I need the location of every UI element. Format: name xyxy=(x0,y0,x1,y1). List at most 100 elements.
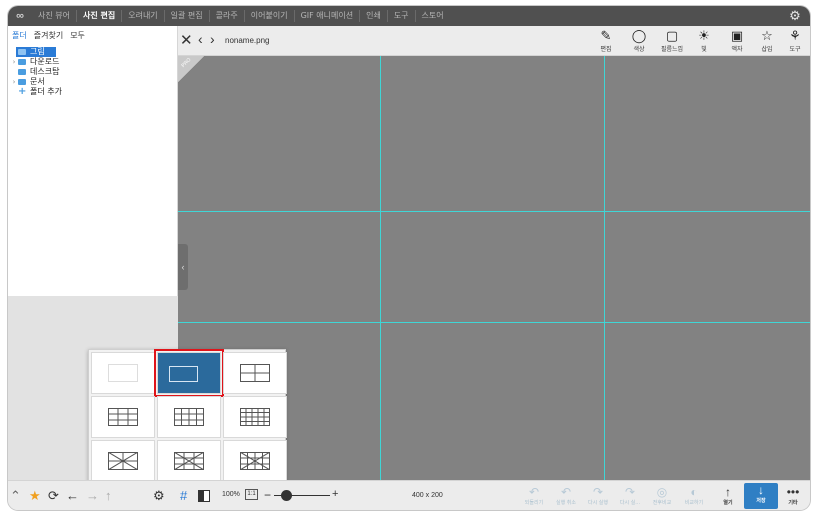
next-image-icon[interactable]: › xyxy=(210,31,215,47)
back-arrow-icon[interactable]: ← xyxy=(66,489,79,503)
grid-none-icon xyxy=(108,364,138,382)
grid-toggle-icon[interactable]: # xyxy=(180,489,187,503)
folder-icon xyxy=(18,69,26,75)
rotate-icon[interactable]: ⟳ xyxy=(48,489,59,503)
action-label: 저장 xyxy=(756,498,766,504)
menu-batch-edit[interactable]: 일괄 편집 xyxy=(163,10,209,22)
tree-item-desktop[interactable]: 데스크탑 xyxy=(8,67,177,77)
menu-gif-animation[interactable]: GIF 애니메이션 xyxy=(293,10,360,22)
tree-item-downloads[interactable]: › 다운로드 xyxy=(8,57,177,67)
star-frame-icon: ☆ xyxy=(761,28,773,43)
tool-color-button[interactable]: ◯ 색상 xyxy=(624,28,654,55)
grid-option-2x2[interactable] xyxy=(223,352,287,394)
tree-item-pictures[interactable]: 그림 xyxy=(16,47,56,57)
menu-photo-viewer[interactable]: 사진 뷰어 xyxy=(32,10,76,22)
add-folder-icon: + xyxy=(18,86,27,97)
tool-label: 액자 xyxy=(731,46,743,53)
tab-favorites[interactable]: 즐겨찾기 xyxy=(34,30,63,41)
folder-icon xyxy=(18,49,26,55)
tab-folder[interactable]: 폴더 xyxy=(12,30,27,41)
redo-button[interactable]: ↷ 다시 실행 xyxy=(581,485,615,506)
forward-arrow-icon[interactable]: → xyxy=(86,489,99,503)
action-label: 기타 xyxy=(788,500,798,506)
chevron-up-icon[interactable]: ⌃ xyxy=(10,489,21,503)
bottom-status-bar: ⌃ ★ ⟳ ← → ↑ ⚙ # 100% 1:1 − + 400 x 200 ↶… xyxy=(8,480,810,510)
favorite-star-icon[interactable]: ★ xyxy=(29,489,41,503)
menu-combine[interactable]: 이어붙이기 xyxy=(243,10,294,22)
settings-gear-icon[interactable]: ⚙ xyxy=(153,489,165,503)
revert-button[interactable]: ↶ 되돌리기 xyxy=(517,485,551,506)
tab-all[interactable]: 모두 xyxy=(70,30,85,41)
top-menu-bar: ∞ 사진 뷰어 사진 편집 오려내기 일괄 편집 콜라주 이어붙이기 GIF 애… xyxy=(8,6,810,26)
menu-cutout[interactable]: 오려내기 xyxy=(121,10,163,22)
redo-repeat-button[interactable]: ↷ 다시 실... xyxy=(613,485,647,506)
film-icon: ▢ xyxy=(665,28,679,43)
tree-item-label: 그림 xyxy=(30,47,45,56)
palette-icon: ⚘ xyxy=(789,28,801,43)
up-arrow-icon[interactable]: ↑ xyxy=(105,489,112,503)
tree-item-label: 폴더 추가 xyxy=(30,87,62,96)
grid-option-3x3-diagonal[interactable] xyxy=(157,440,221,482)
more-button[interactable]: ••• 기타 xyxy=(776,485,810,506)
revert-icon: ↶ xyxy=(528,485,540,499)
upload-icon: ↑ xyxy=(725,485,731,499)
action-label: 열기 xyxy=(723,500,733,506)
before-after-icon: ◎ xyxy=(656,485,668,499)
undo-button[interactable]: ↶ 실행 취소 xyxy=(549,485,583,506)
tool-frame-button[interactable]: ▣ 액자 xyxy=(722,28,752,55)
tree-item-documents[interactable]: › 문서 xyxy=(8,77,177,87)
app-logo-icon: ∞ xyxy=(16,10,24,22)
grid-4x4-icon xyxy=(240,408,270,426)
expand-arrow-icon[interactable]: › xyxy=(10,77,18,87)
grid-option-4x4[interactable] xyxy=(223,396,287,438)
tool-light-button[interactable]: ☀ 빛 xyxy=(689,28,719,55)
grid-option-none[interactable] xyxy=(91,352,155,394)
save-button[interactable]: ↓ 저장 xyxy=(744,483,778,509)
tool-tools-button[interactable]: ⚘ 도구 xyxy=(780,28,810,55)
grid-option-4x4-diagonal[interactable] xyxy=(223,440,287,482)
tool-label: 도구 xyxy=(789,46,801,53)
app-window: ∞ 사진 뷰어 사진 편집 오려내기 일괄 편집 콜라주 이어붙이기 GIF 애… xyxy=(8,6,810,510)
editor-toolbar: ✕ ‹ › noname.png ✎ 편집 ◯ 색상 ▢ 필름느낌 ☀ 빛 ▣ … xyxy=(178,26,810,56)
undo-icon: ↶ xyxy=(560,485,572,499)
tool-edit-button[interactable]: ✎ 편집 xyxy=(591,28,621,55)
compare-split-icon[interactable] xyxy=(198,490,210,502)
grid-option-2x2-diagonal[interactable] xyxy=(91,440,155,482)
grid-guide-vertical-2 xyxy=(604,56,605,480)
settings-gear-icon[interactable]: ⚙ xyxy=(788,9,802,23)
tool-film-button[interactable]: ▢ 필름느낌 xyxy=(657,28,687,55)
folder-tree: 그림 › 다운로드 데스크탑 › 문서 + 폴더 추가 xyxy=(8,44,177,97)
menu-store[interactable]: 스토어 xyxy=(414,10,450,22)
grid-option-4x3[interactable] xyxy=(157,396,221,438)
grid-guide-horizontal-1 xyxy=(178,211,810,212)
grid-option-single-box[interactable] xyxy=(154,349,224,397)
menu-tools[interactable]: 도구 xyxy=(386,10,415,22)
compare-icon: ◐ xyxy=(690,485,698,499)
zoom-level: 100% xyxy=(222,491,240,498)
file-name: noname.png xyxy=(225,36,270,45)
menu-collage[interactable]: 콜라주 xyxy=(208,10,244,22)
previous-image-icon[interactable]: ‹ xyxy=(198,31,203,47)
expand-arrow-icon[interactable]: › xyxy=(10,57,18,67)
open-button[interactable]: ↑ 열기 xyxy=(711,485,745,506)
menu-print[interactable]: 인쇄 xyxy=(359,10,387,22)
action-label: 다시 실... xyxy=(619,500,641,506)
sun-icon: ☀ xyxy=(698,28,710,43)
download-icon: ↓ xyxy=(758,483,764,497)
collapse-sidebar-tab[interactable]: ‹ xyxy=(178,244,188,290)
tool-label: 편집 xyxy=(600,46,612,53)
close-icon[interactable]: ✕ xyxy=(180,31,193,49)
grid-3x3-icon xyxy=(108,408,138,426)
edit-icon: ✎ xyxy=(600,28,612,43)
tool-insert-button[interactable]: ☆ 삽입 xyxy=(752,28,782,55)
tree-item-add-folder[interactable]: + 폴더 추가 xyxy=(8,87,177,97)
grid-option-3x3[interactable] xyxy=(91,396,155,438)
zoom-in-button[interactable]: + xyxy=(332,488,338,500)
compare-button[interactable]: ◐ 비교하기 xyxy=(677,485,711,506)
before-after-button[interactable]: ◎ 전후비교 xyxy=(645,485,679,506)
actual-size-button[interactable]: 1:1 xyxy=(245,489,258,500)
zoom-slider-handle[interactable] xyxy=(281,490,292,501)
sidebar-tabs: 폴더 즐겨찾기 모두 xyxy=(8,26,177,44)
menu-photo-edit[interactable]: 사진 편집 xyxy=(75,10,121,22)
zoom-out-button[interactable]: − xyxy=(264,488,271,502)
